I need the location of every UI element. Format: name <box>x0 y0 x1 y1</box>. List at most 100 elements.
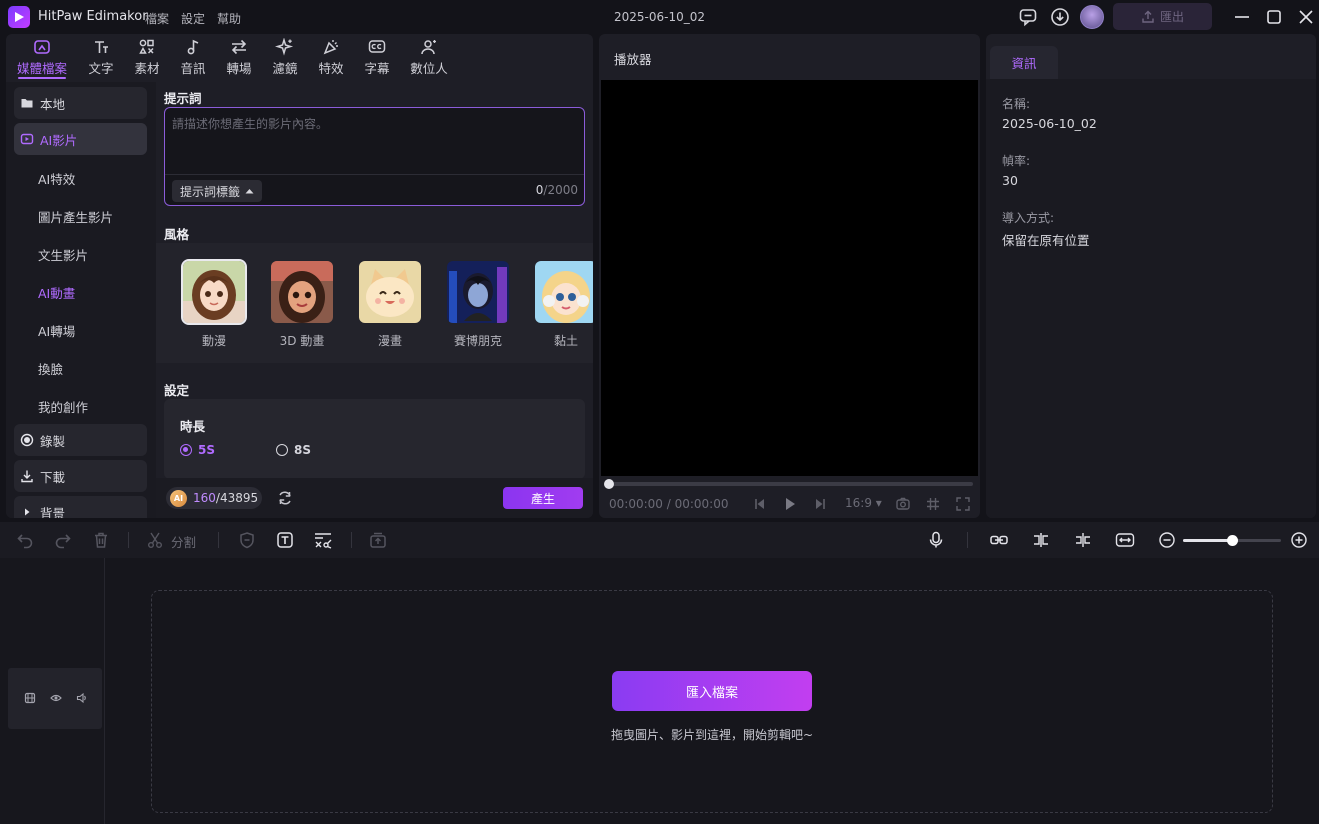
aspect-ratio-select[interactable]: 16:9 ▾ <box>845 496 882 510</box>
sidebar-item-background[interactable]: 背景 <box>14 496 147 518</box>
app-name: HitPaw Edimakor <box>38 9 148 24</box>
generate-button[interactable]: 產生 <box>503 487 583 509</box>
snapshot-icon[interactable] <box>895 496 911 512</box>
prev-frame-icon[interactable] <box>753 496 767 512</box>
download-icon <box>21 470 33 483</box>
tab-subtitles[interactable]: 字幕 <box>361 38 393 78</box>
style-card-3d-animation[interactable]: 3D 動畫 <box>270 261 334 349</box>
duration-option-8s[interactable]: 8S <box>276 443 311 457</box>
tab-audio[interactable]: 音訊 <box>177 38 209 78</box>
credits-total: /43895 <box>215 491 259 505</box>
sidebar-sub-ai-effects[interactable]: AI特效 <box>38 169 75 188</box>
video-preview[interactable] <box>601 80 978 476</box>
text-box-icon[interactable] <box>276 531 294 549</box>
scrubber-handle[interactable] <box>604 479 614 489</box>
style-card-cyberpunk[interactable]: 賽博朋克 <box>446 261 510 349</box>
redo-icon[interactable] <box>54 531 72 549</box>
zoom-in-icon[interactable] <box>1290 531 1308 549</box>
tab-filters[interactable]: 濾鏡 <box>269 38 301 78</box>
sidebar-sub-image-to-video[interactable]: 圖片產生影片 <box>38 207 113 226</box>
player-panel: 播放器 00:00:00 / 00:00:00 16:9 ▾ <box>599 34 980 518</box>
link-icon[interactable] <box>989 531 1009 549</box>
settings-section: 時長 5S 8S <box>164 399 585 479</box>
eye-icon[interactable] <box>50 692 62 704</box>
sidebar-sub-text-to-video[interactable]: 文生影片 <box>38 245 88 264</box>
refresh-icon[interactable] <box>276 489 294 507</box>
film-icon[interactable] <box>24 692 36 704</box>
undo-icon[interactable] <box>16 531 34 549</box>
magnet-snap-icon[interactable] <box>1031 531 1051 549</box>
info-fps-value: 30 <box>1002 173 1018 188</box>
prompt-input[interactable]: 請描述你想產生的影片內容。 提示詞標籤 0/2000 <box>164 107 585 206</box>
shield-icon[interactable] <box>238 531 256 549</box>
tab-media[interactable]: 媒體檔案 <box>14 38 70 79</box>
sidebar-sub-ai-animation[interactable]: AI動畫 <box>38 283 75 302</box>
sidebar-item-ai-video[interactable]: AI影片 <box>14 123 147 155</box>
auto-cut-icon[interactable] <box>313 531 333 549</box>
fit-timeline-icon[interactable] <box>1115 531 1135 549</box>
maximize-icon[interactable] <box>1264 7 1284 27</box>
tab-text[interactable]: 文字 <box>85 38 117 78</box>
grid-icon[interactable] <box>925 496 941 512</box>
next-frame-icon[interactable] <box>813 496 827 512</box>
speaker-icon[interactable] <box>76 692 88 704</box>
tab-effects[interactable]: 特效 <box>315 38 347 78</box>
delete-icon[interactable] <box>92 531 110 549</box>
sidebar-sub-my-creations[interactable]: 我的創作 <box>38 397 88 416</box>
sidebar-item-ai-video-label: AI影片 <box>40 132 78 148</box>
play-icon[interactable] <box>783 496 797 512</box>
style-card-anime[interactable]: 動漫 <box>181 259 247 349</box>
fullscreen-icon[interactable] <box>955 496 971 512</box>
sidebar-sub-ai-transition[interactable]: AI轉場 <box>38 321 75 340</box>
zoom-slider[interactable] <box>1183 535 1281 546</box>
style-card-clay[interactable]: 黏土 <box>534 261 593 349</box>
split-icon[interactable] <box>146 531 164 549</box>
sidebar-item-local[interactable]: 本地 <box>14 87 147 119</box>
timecode: 00:00:00 / 00:00:00 <box>609 497 729 511</box>
menu-help[interactable]: 幫助 <box>217 10 241 27</box>
tab-elements[interactable]: 素材 <box>131 38 163 78</box>
duration-option-5s[interactable]: 5S <box>180 443 215 457</box>
split-track-icon[interactable] <box>1073 531 1093 549</box>
sidebar-sub-face-swap[interactable]: 換臉 <box>38 359 63 378</box>
export-clip-icon[interactable] <box>369 531 387 549</box>
close-icon[interactable] <box>1296 7 1316 27</box>
import-files-button[interactable]: 匯入檔案 <box>612 671 812 711</box>
effects-icon <box>323 40 338 55</box>
microphone-icon[interactable] <box>927 531 945 549</box>
menu-settings[interactable]: 設定 <box>181 10 205 27</box>
prompt-title: 提示詞 <box>164 91 202 106</box>
feedback-icon[interactable] <box>1018 7 1038 27</box>
sidebar-item-record[interactable]: 錄製 <box>14 424 147 456</box>
tab-info[interactable]: 資訊 <box>990 46 1058 79</box>
tab-transitions[interactable]: 轉場 <box>223 38 255 78</box>
info-name-value: 2025-06-10_02 <box>1002 116 1097 131</box>
zoom-out-icon[interactable] <box>1158 531 1176 549</box>
download-circle-icon[interactable] <box>1050 7 1070 27</box>
sidebar-item-background-label: 背景 <box>40 505 66 519</box>
timeline-toolbar: 分割 <box>0 522 1319 558</box>
sidebar-item-download[interactable]: 下載 <box>14 460 147 492</box>
subtitle-icon <box>368 40 386 53</box>
playback-scrubber[interactable] <box>604 479 973 489</box>
media-drop-zone[interactable]: 匯入檔案 拖曳圖片、影片到這裡，開始剪輯吧~ <box>151 590 1273 813</box>
tab-digital-human[interactable]: 數位人 <box>407 38 451 78</box>
style-card-comic[interactable]: 漫畫 <box>358 261 422 349</box>
player-title: 播放器 <box>614 52 652 67</box>
tab-elements-label: 素材 <box>134 61 160 76</box>
zoom-handle[interactable] <box>1227 535 1238 546</box>
sidebar-item-download-label: 下載 <box>40 469 66 485</box>
audio-icon <box>187 39 199 55</box>
prompt-tags-button[interactable]: 提示詞標籤 <box>172 180 262 202</box>
export-button[interactable]: 匯出 <box>1113 3 1212 30</box>
elements-icon <box>139 39 154 54</box>
menu-file[interactable]: 檔案 <box>145 10 169 27</box>
style-comic-thumbnail <box>359 261 421 323</box>
split-label[interactable]: 分割 <box>171 532 196 551</box>
tab-digital-human-label: 數位人 <box>410 61 448 76</box>
minimize-icon[interactable] <box>1232 7 1252 27</box>
user-avatar[interactable] <box>1080 5 1104 29</box>
tab-filters-label: 濾鏡 <box>272 61 298 76</box>
tab-text-label: 文字 <box>88 61 114 76</box>
style-anime-thumbnail <box>181 259 247 325</box>
